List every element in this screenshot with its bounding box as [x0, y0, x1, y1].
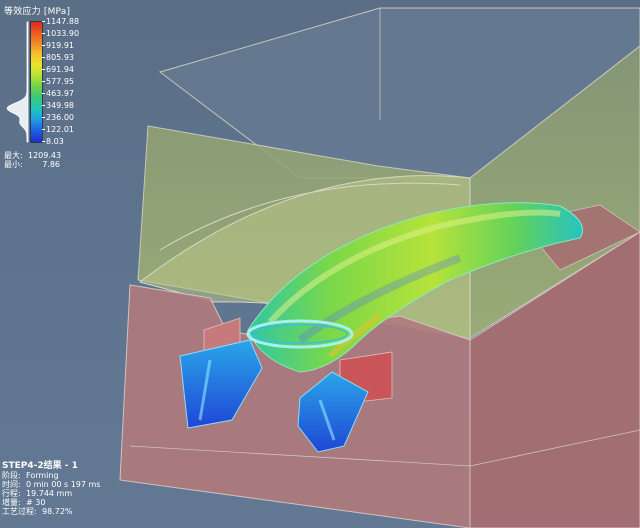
- legend-min-row: 最小: 7.86: [4, 159, 60, 170]
- stroke-value: 19.744 mm: [26, 489, 73, 498]
- histogram-curve: [6, 21, 29, 143]
- colorbar-tick-mark: [42, 21, 45, 22]
- colorbar-tick-mark: [42, 141, 45, 142]
- process-value: 98.72%: [42, 507, 73, 516]
- simulation-info-panel: STEP4-2结果 - 1 阶段: Forming 时间: 0 min 00 s 1…: [2, 458, 202, 526]
- min-value: 7.86: [42, 160, 60, 169]
- stage-label: 阶段:: [2, 471, 21, 480]
- colorbar-tick-label: 1033.90: [46, 28, 80, 38]
- colorbar-tick-label: 8.03: [46, 136, 64, 146]
- stress-histogram: [6, 21, 29, 143]
- info-row-increment: 增量: # 30: [2, 498, 45, 507]
- colorbar-tick-mark: [42, 93, 45, 94]
- info-row-stroke: 行程: 19.744 mm: [2, 489, 72, 498]
- colorbar-tick-mark: [42, 57, 45, 58]
- colorbar-tick-mark: [42, 33, 45, 34]
- stroke-label: 行程:: [2, 489, 21, 498]
- time-value: 0 min 00 s 197 ms: [26, 480, 101, 489]
- info-row-time: 时间: 0 min 00 s 197 ms: [2, 480, 100, 489]
- colorbar-tick-mark: [42, 129, 45, 130]
- colorbar-tick-mark: [42, 105, 45, 106]
- colorbar-tick-mark: [42, 69, 45, 70]
- info-row-process: 工艺过程: 98.72%: [2, 507, 73, 516]
- increment-value: # 30: [26, 498, 46, 507]
- legend-title: 等效应力 [MPa]: [4, 7, 71, 17]
- colorbar-tick-label: 463.97: [46, 88, 74, 98]
- result-title: STEP4-2结果 - 1: [2, 461, 78, 471]
- stage-value: Forming: [26, 471, 59, 480]
- colorbar-tick-mark: [42, 81, 45, 82]
- increment-label: 增量:: [2, 498, 21, 507]
- colorbar-tick-label: 236.00: [46, 112, 74, 122]
- min-label: 最小:: [4, 160, 23, 169]
- colorbar-tick-label: 577.95: [46, 76, 74, 86]
- 3d-viewport[interactable]: 等效应力 [MPa] 1147.88 1033.90 919.91 805.93 691…: [0, 0, 640, 528]
- info-row-stage: 阶段: Forming: [2, 471, 59, 480]
- colorbar-tick-mark: [42, 45, 45, 46]
- colorbar-tick-label: 919.91: [46, 40, 74, 50]
- colorbar-tick-label: 122.01: [46, 124, 74, 134]
- colorbar-tick-label: 349.98: [46, 100, 74, 110]
- colorbar-tick-label: 805.93: [46, 52, 74, 62]
- colorbar-tick-label: 691.94: [46, 64, 74, 74]
- stress-legend[interactable]: 等效应力 [MPa] 1147.88 1033.90 919.91 805.93 691…: [2, 2, 112, 172]
- process-label: 工艺过程:: [2, 507, 37, 516]
- stress-colorbar: [30, 21, 43, 143]
- colorbar-tick-mark: [42, 117, 45, 118]
- colorbar-tick-label: 1147.88: [46, 16, 80, 26]
- time-label: 时间:: [2, 480, 21, 489]
